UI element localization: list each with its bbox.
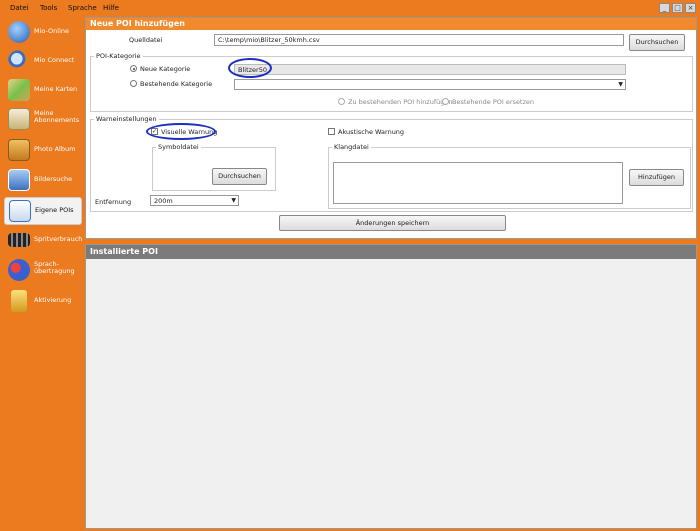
sidebar-item-mio-online[interactable]: Mio-Online [4,19,82,47]
warneinstellungen-label: Warneinstellungen [94,115,159,123]
window-controls: _ □ × [659,3,696,13]
menu-datei[interactable]: Datei [10,4,29,12]
bestehende-kategorie-select[interactable]: ▼ [234,79,626,90]
klangdatei-add-button[interactable]: Hinzufügen [629,169,684,186]
sidebar-item-meine-karten[interactable]: Meine Karten [4,77,82,105]
photo-album-icon [8,139,30,161]
sidebar-item-mio-connect[interactable]: Mio Connect [4,48,82,76]
menu-hilfe[interactable]: Hilfe [103,4,119,12]
sidebar-item-label: Spritverbrauch [34,235,83,243]
menu-sprache[interactable]: Sprache [68,4,97,12]
letter-icon [8,108,30,130]
sidebar-item-bildersuche[interactable]: Bildersuche [4,167,82,195]
klangdatei-list[interactable] [333,162,623,204]
sidebar-item-spritverbrauch[interactable]: Spritverbrauch [4,227,82,255]
chevron-down-icon: ▼ [618,81,623,88]
sidebar-item-label: Mio-Online [34,27,70,35]
entfernung-label: Entfernung [95,198,132,206]
symboldatei-browse-button[interactable]: Durchsuchen [212,168,267,185]
fuel-gauge-icon [8,233,30,247]
minimize-icon[interactable]: _ [659,3,670,13]
poi-kategorie-label: POI-Kategorie [94,52,143,60]
akustische-warnung-checkbox[interactable] [328,128,335,135]
quelldatei-browse-button[interactable]: Durchsuchen [629,34,685,51]
zu-bestehenden-label: Zu bestehenden POI hinzufügen [348,98,453,106]
bestehende-kategorie-label: Bestehende Kategorie [140,80,213,88]
sidebar-item-label: Meine Karten [34,85,78,93]
poi-icon [9,200,31,222]
speech-icon [8,259,30,281]
highlight-ellipse [146,123,216,140]
neue-kategorie-radio[interactable] [130,65,137,72]
chevron-down-icon: ▼ [231,197,236,204]
klangdatei-label: Klangdatei [332,143,371,151]
menu-tools[interactable]: Tools [40,4,57,12]
maximize-icon[interactable]: □ [672,3,683,13]
ersetzen-radio[interactable] [442,98,449,105]
quelldatei-label: Quelldatei [129,36,163,44]
sidebar-item-photo-album[interactable]: Photo Album [4,137,82,165]
quelldatei-input[interactable]: C:\temp\mio\Blitzer_50kmh.csv [214,34,624,46]
padlock-icon [11,290,27,312]
sidebar-item-aktivierung[interactable]: Aktivierung [4,288,82,316]
installierte-poi-panel: Installierte POI [85,244,697,529]
sidebar-item-meine-abonnements[interactable]: Meine Abonnements [4,106,82,134]
bestehende-kategorie-radio[interactable] [130,80,137,87]
symboldatei-label: Symboldatei [156,143,201,151]
entfernung-select[interactable]: 200m ▼ [150,195,239,206]
sidebar-item-eigene-pois[interactable]: Eigene POIs [4,197,82,225]
entfernung-value: 200m [154,197,173,205]
panel-title: Neue POI hinzufügen [86,18,696,30]
menu-bar: Datei Tools Sprache Hilfe _ □ × [0,0,700,16]
ersetzen-label: Bestehende POI ersetzen [452,98,534,106]
highlight-ellipse [228,58,272,78]
sidebar-item-label: Mio Connect [34,56,75,64]
close-icon[interactable]: × [685,3,696,13]
sidebar-item-label: Meine Abonnements [34,109,80,124]
sidebar-item-label: Eigene POIs [35,206,74,214]
zu-bestehenden-radio[interactable] [338,98,345,105]
neue-poi-panel: Neue POI hinzufügen Quelldatei C:\temp\m… [85,17,697,239]
save-changes-button[interactable]: Änderungen speichern [279,215,506,231]
sidebar-item-sprachuebertragung[interactable]: Sprach-übertragung [4,257,82,285]
sidebar-item-label: Aktivierung [34,296,72,304]
sidebar: Mio-Online Mio Connect Meine Karten Mein… [0,16,84,531]
sidebar-item-label: Sprach-übertragung [34,260,75,275]
panel-title: Installierte POI [86,245,696,259]
sidebar-item-label: Bildersuche [34,175,73,183]
neue-kategorie-label: Neue Kategorie [140,65,191,73]
magnifier-icon [8,50,30,72]
globe-icon [8,21,30,43]
map-icon [8,79,30,101]
sidebar-item-label: Photo Album [34,145,76,153]
image-search-icon [8,169,30,191]
neue-kategorie-input[interactable]: Blitzer50 [234,64,626,75]
akustische-warnung-label: Akustische Warnung [338,128,405,136]
